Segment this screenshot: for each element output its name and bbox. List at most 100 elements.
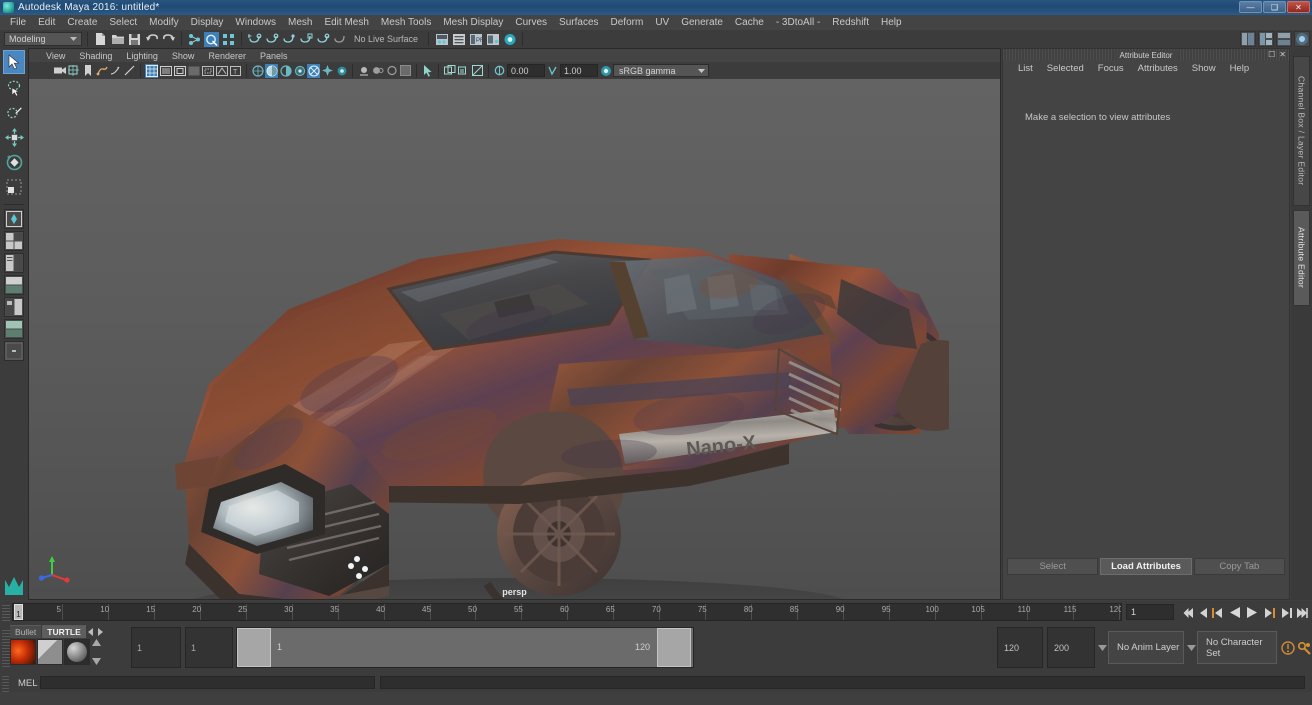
select-button[interactable]: Select bbox=[1007, 557, 1099, 575]
shelf-tab-bullet[interactable]: Bullet bbox=[10, 625, 42, 638]
layout-preset-2-icon[interactable] bbox=[1258, 31, 1274, 47]
select-by-hierarchy-icon[interactable] bbox=[187, 32, 202, 47]
menu-redshift[interactable]: Redshift bbox=[826, 15, 875, 30]
undo-icon[interactable] bbox=[144, 32, 159, 47]
menu-mesh-tools[interactable]: Mesh Tools bbox=[375, 15, 437, 30]
bookmark-icon[interactable] bbox=[81, 64, 94, 78]
hypershade-persp-layout[interactable] bbox=[4, 297, 24, 317]
shadows-icon[interactable] bbox=[307, 63, 320, 78]
undock-panel-icon[interactable]: ☐ bbox=[1268, 50, 1275, 59]
anim-end-time-field[interactable]: 120 bbox=[997, 627, 1043, 668]
two-panes-stacked-layout[interactable] bbox=[4, 341, 24, 361]
ae-menu-list[interactable]: List bbox=[1011, 63, 1040, 74]
anim-layer-selector[interactable]: No Anim Layer bbox=[1108, 631, 1184, 664]
layout-preset-1-icon[interactable] bbox=[1240, 31, 1256, 47]
restore-button[interactable]: ❑ bbox=[1263, 1, 1286, 13]
swatch-fire-material[interactable] bbox=[10, 639, 36, 665]
menu-edit[interactable]: Edit bbox=[32, 15, 61, 30]
viewport-menu-panels[interactable]: Panels bbox=[253, 51, 295, 61]
ae-menu-selected[interactable]: Selected bbox=[1040, 63, 1091, 74]
viewport-menu-shading[interactable]: Shading bbox=[72, 51, 119, 61]
depth-of-field-icon[interactable] bbox=[371, 64, 384, 78]
save-scene-icon[interactable] bbox=[127, 32, 142, 47]
menu-modify[interactable]: Modify bbox=[143, 15, 184, 30]
select-by-component-icon[interactable] bbox=[221, 32, 236, 47]
character-set-selector[interactable]: No Character Set bbox=[1197, 631, 1277, 664]
script-editor-icon[interactable] bbox=[1294, 31, 1310, 47]
ae-menu-focus[interactable]: Focus bbox=[1091, 63, 1131, 74]
paint-select-tool[interactable] bbox=[3, 100, 25, 124]
range-slider-grip[interactable] bbox=[2, 629, 10, 667]
command-input-field[interactable] bbox=[40, 676, 375, 689]
playback-end-time-field[interactable]: 200 bbox=[1047, 627, 1095, 668]
menu-surfaces[interactable]: Surfaces bbox=[553, 15, 604, 30]
ae-menu-help[interactable]: Help bbox=[1223, 63, 1257, 74]
close-panel-icon[interactable]: ✕ bbox=[1279, 50, 1286, 59]
menu-mesh[interactable]: Mesh bbox=[282, 15, 318, 30]
menu-generate[interactable]: Generate bbox=[675, 15, 729, 30]
snap-to-view-planes-icon[interactable] bbox=[315, 32, 330, 47]
ae-menu-show[interactable]: Show bbox=[1185, 63, 1223, 74]
gate-mask-icon[interactable] bbox=[187, 64, 200, 78]
move-tool[interactable] bbox=[3, 125, 25, 149]
tool-settings-icon[interactable]: PR bbox=[468, 32, 483, 47]
shelf-prev-icon[interactable] bbox=[87, 627, 95, 636]
snap-to-projected-center-icon[interactable] bbox=[298, 32, 313, 47]
menu-file[interactable]: File bbox=[4, 15, 32, 30]
time-slider-grip[interactable] bbox=[2, 603, 10, 621]
menu-curves[interactable]: Curves bbox=[509, 15, 553, 30]
vtab-attribute-editor[interactable]: Attribute Editor bbox=[1293, 210, 1310, 306]
swatch-scroll-down-icon[interactable] bbox=[92, 658, 101, 665]
character-set-chevron-icon[interactable] bbox=[1187, 645, 1196, 651]
menu-help[interactable]: Help bbox=[875, 15, 908, 30]
exposure-icon[interactable] bbox=[493, 64, 506, 78]
four-view-layout[interactable] bbox=[4, 231, 24, 251]
make-live-icon[interactable] bbox=[332, 32, 347, 47]
smooth-shade-icon[interactable] bbox=[265, 63, 278, 78]
hardware-fog-icon[interactable] bbox=[457, 64, 470, 78]
viewport-menu-lighting[interactable]: Lighting bbox=[119, 51, 165, 61]
range-start-time-field[interactable]: 1 bbox=[185, 627, 233, 668]
redo-icon[interactable] bbox=[161, 32, 176, 47]
outliner-persp-layout[interactable] bbox=[4, 275, 24, 295]
time-slider-cursor[interactable]: 1 bbox=[14, 604, 23, 620]
play-backwards-icon[interactable] bbox=[1228, 605, 1241, 620]
swatch-scroll-up-icon[interactable] bbox=[92, 639, 101, 646]
load-attributes-button[interactable]: Load Attributes bbox=[1100, 557, 1192, 575]
camera-icon[interactable] bbox=[53, 64, 66, 78]
range-slider-end-handle[interactable] bbox=[657, 628, 691, 667]
minimize-button[interactable]: — bbox=[1239, 1, 1262, 13]
menu-display[interactable]: Display bbox=[185, 15, 230, 30]
command-language-label[interactable]: MEL bbox=[18, 678, 38, 689]
select-camera-icon[interactable] bbox=[123, 64, 136, 78]
select-by-object-icon[interactable] bbox=[204, 31, 219, 47]
swatch-sphere-material[interactable] bbox=[64, 639, 90, 665]
film-origin-icon[interactable] bbox=[201, 64, 214, 78]
menu-deform[interactable]: Deform bbox=[605, 15, 650, 30]
menu-edit-mesh[interactable]: Edit Mesh bbox=[318, 15, 374, 30]
two-d-pan-zoom-icon[interactable] bbox=[67, 64, 80, 78]
step-forward-frame-icon[interactable] bbox=[1262, 605, 1275, 620]
viewport-snapshot-icon[interactable] bbox=[399, 64, 412, 78]
menu-set-selector[interactable]: Modeling bbox=[4, 32, 82, 46]
viewport-menu-view[interactable]: View bbox=[39, 51, 72, 61]
channel-box-icon[interactable] bbox=[485, 32, 500, 47]
open-scene-icon[interactable] bbox=[110, 32, 125, 47]
attribute-editor-icon[interactable] bbox=[451, 32, 466, 47]
image-plane-icon[interactable] bbox=[95, 64, 108, 78]
range-slider-bar[interactable] bbox=[237, 628, 693, 667]
range-slider-track[interactable]: 1 120 bbox=[236, 627, 694, 668]
menu-cache[interactable]: Cache bbox=[729, 15, 770, 30]
snap-to-grid-icon[interactable] bbox=[247, 32, 262, 47]
menu-3dtoall[interactable]: - 3DtoAll - bbox=[770, 15, 826, 30]
select-tool[interactable] bbox=[3, 50, 25, 74]
viewport-3d-canvas[interactable]: Nano-X persp bbox=[29, 79, 1000, 599]
go-to-end-icon[interactable] bbox=[1295, 605, 1308, 620]
persp-graph-layout[interactable] bbox=[4, 319, 24, 339]
step-back-frame-icon[interactable] bbox=[1211, 605, 1224, 620]
rotate-tool[interactable] bbox=[3, 150, 25, 174]
step-back-keyframe-icon[interactable] bbox=[1196, 605, 1209, 620]
menu-mesh-display[interactable]: Mesh Display bbox=[437, 15, 509, 30]
anim-layer-chevron-icon[interactable] bbox=[1098, 645, 1107, 651]
menu-uv[interactable]: UV bbox=[649, 15, 675, 30]
